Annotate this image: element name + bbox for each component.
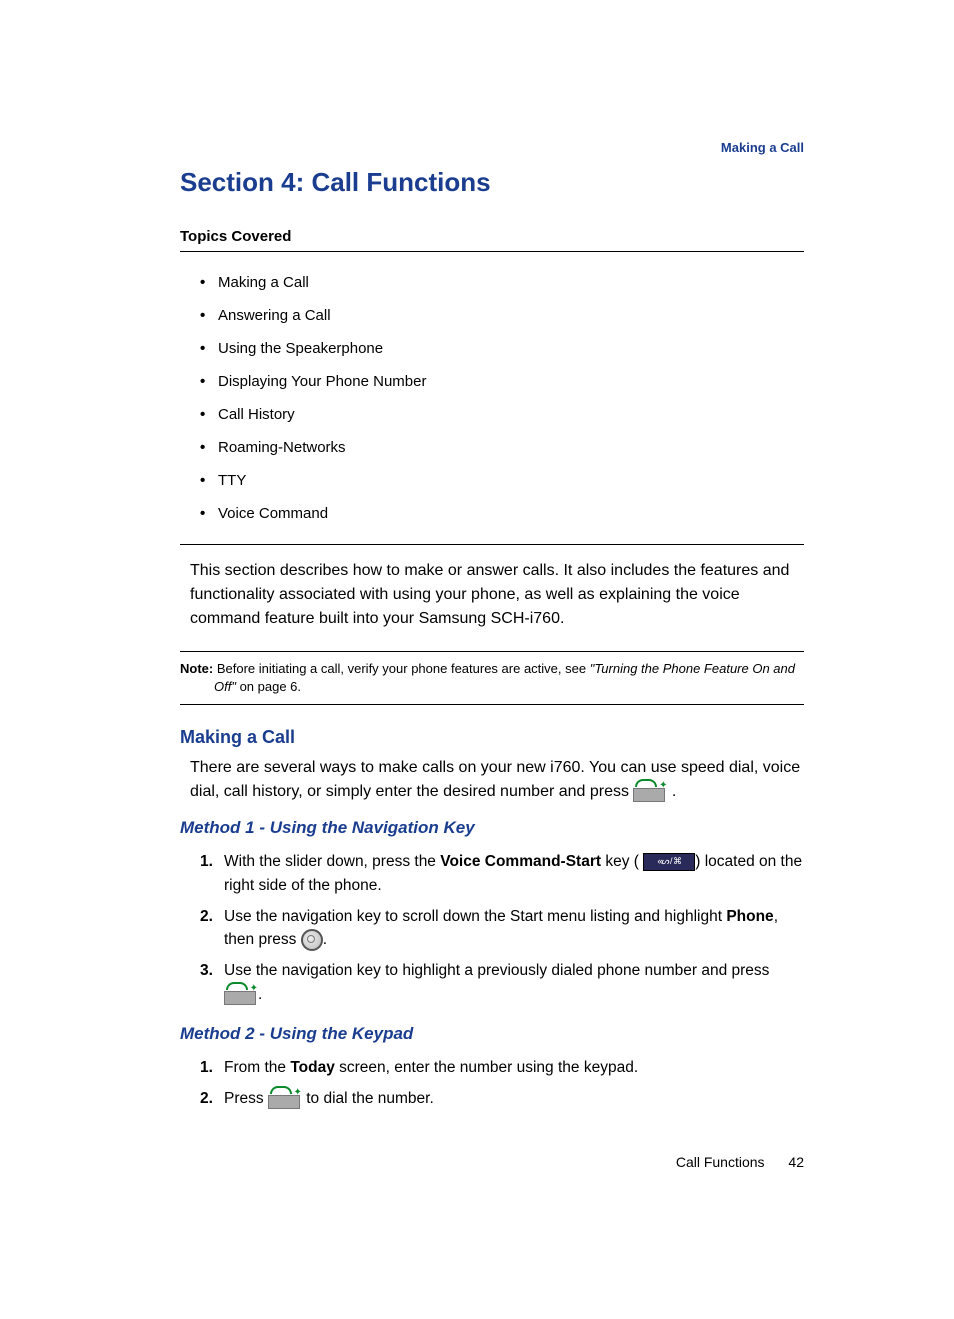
text-fragment: From the <box>224 1059 290 1076</box>
note-divider-top <box>180 651 804 652</box>
text-fragment: screen, enter the number using the keypa… <box>335 1059 638 1076</box>
text-fragment: . <box>323 931 327 948</box>
voice-command-key-icon: «ᔕ / ⌘ <box>643 853 695 871</box>
subsection-heading-making-a-call: Making a Call <box>180 727 804 748</box>
text-fragment: With the slider down, press the <box>224 853 440 870</box>
text-fragment: . <box>258 986 262 1003</box>
topic-item: Displaying Your Phone Number <box>200 365 804 398</box>
text-fragment: to dial the number. <box>302 1090 434 1107</box>
text-fragment: key ( <box>601 853 643 870</box>
step-number: 1. <box>200 1056 213 1079</box>
step-item: 1. With the slider down, press the Voice… <box>224 846 804 901</box>
topics-list: Making a Call Answering a Call Using the… <box>180 252 804 544</box>
topics-heading: Topics Covered <box>180 228 804 245</box>
footer-label: Call Functions <box>676 1154 765 1170</box>
step-number: 2. <box>200 1087 213 1110</box>
note-tail: on page 6. <box>236 679 301 694</box>
making-a-call-text: There are several ways to make calls on … <box>180 756 804 804</box>
topic-item: Call History <box>200 398 804 431</box>
text-fragment: Use the navigation key to highlight a pr… <box>224 962 769 979</box>
topic-item: TTY <box>200 464 804 497</box>
call-key-icon: ✦ <box>633 783 667 801</box>
bold-text: Voice Command-Start <box>440 853 601 870</box>
method1-steps: 1. With the slider down, press the Voice… <box>180 846 804 1010</box>
text-fragment: Use the navigation key to scroll down th… <box>224 908 726 925</box>
topic-item: Roaming-Networks <box>200 431 804 464</box>
call-key-icon: ✦ <box>268 1090 302 1108</box>
step-item: 2. Use the navigation key to scroll down… <box>224 901 804 956</box>
page-footer: Call Functions 42 <box>180 1154 804 1170</box>
method1-heading: Method 1 - Using the Navigation Key <box>180 818 804 838</box>
topic-item: Voice Command <box>200 497 804 530</box>
text-fragment: There are several ways to make calls on … <box>190 759 800 800</box>
topic-item: Making a Call <box>200 266 804 299</box>
ok-key-icon <box>301 929 323 951</box>
topic-item: Using the Speakerphone <box>200 332 804 365</box>
note-label: Note: <box>180 661 213 676</box>
call-key-icon: ✦ <box>224 986 258 1004</box>
note-text: Before initiating a call, verify your ph… <box>213 661 589 676</box>
method2-steps: 1. From the Today screen, enter the numb… <box>180 1052 804 1115</box>
bold-text: Today <box>290 1059 335 1076</box>
section-title: Section 4: Call Functions <box>180 167 804 198</box>
method2-heading: Method 2 - Using the Keypad <box>180 1024 804 1044</box>
section-intro: This section describes how to make or an… <box>180 545 804 645</box>
step-number: 1. <box>200 850 213 873</box>
step-number: 2. <box>200 905 213 928</box>
step-number: 3. <box>200 959 213 982</box>
bold-text: Phone <box>726 908 773 925</box>
topic-item: Answering a Call <box>200 299 804 332</box>
step-item: 3. Use the navigation key to highlight a… <box>224 955 804 1010</box>
text-fragment: Press <box>224 1090 268 1107</box>
text-fragment: . <box>672 783 676 800</box>
step-item: 2. Press ✦ to dial the number. <box>224 1083 804 1114</box>
running-head: Making a Call <box>180 140 804 155</box>
page-number: 42 <box>788 1154 804 1170</box>
note-divider-bottom <box>180 704 804 705</box>
step-item: 1. From the Today screen, enter the numb… <box>224 1052 804 1083</box>
note: Note: Before initiating a call, verify y… <box>180 658 804 698</box>
